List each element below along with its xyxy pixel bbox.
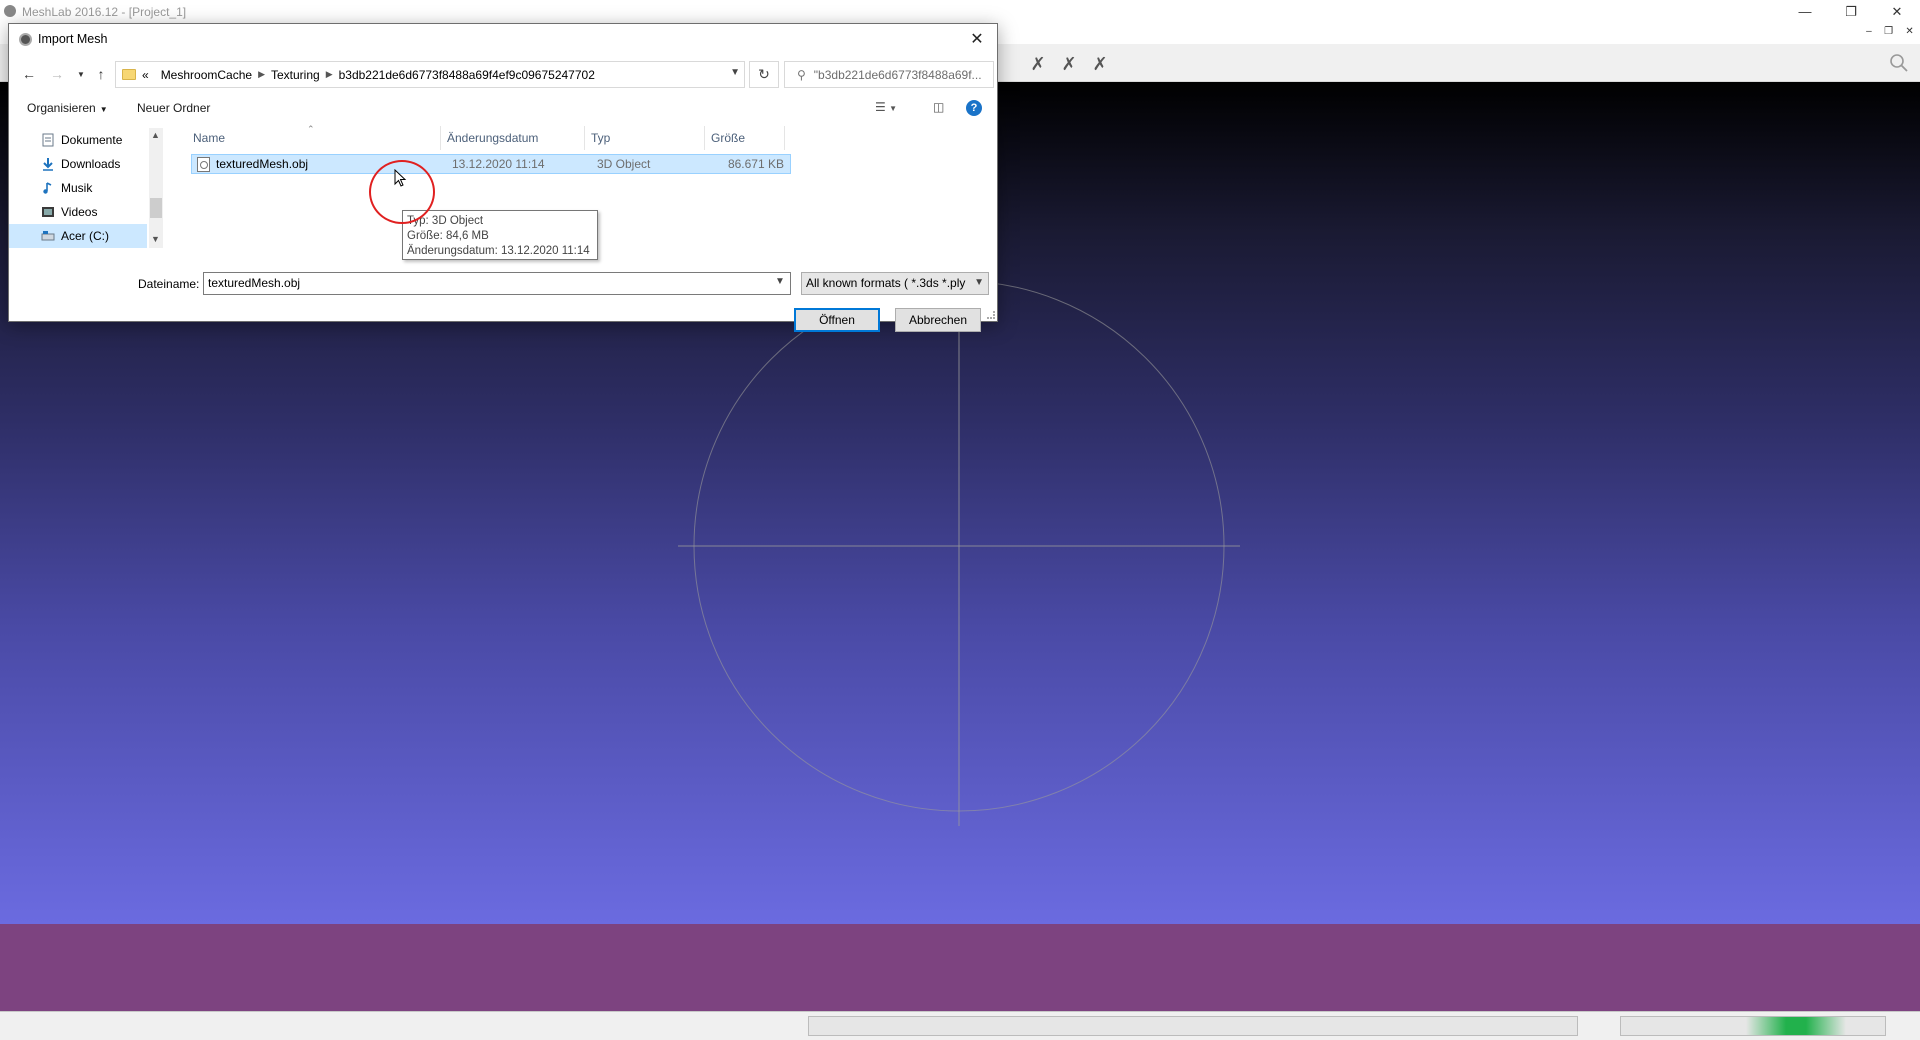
file-tooltip: Typ: 3D Object Größe: 84,6 MB Änderungsd… [402, 210, 598, 260]
videos-icon [42, 207, 54, 217]
navigation-row: ← → ▼ ↑ « MeshroomCache ▶ Texturing ▶ b3… [9, 58, 997, 90]
dialog-titlebar: Import Mesh ✕ [9, 24, 997, 54]
mouse-cursor-icon [394, 169, 407, 187]
column-name-label: Name [193, 131, 226, 145]
breadcrumb-overflow[interactable]: « [136, 68, 155, 82]
tooltip-size: Größe: 84,6 MB [407, 230, 489, 242]
nav-item-label: Musik [61, 181, 93, 195]
folder-icon [122, 69, 136, 80]
column-date-label: Änderungsdatum [447, 131, 539, 145]
nav-item-musik[interactable]: Musik [9, 176, 147, 200]
sort-ascending-icon: ⌃ [307, 124, 315, 134]
drive-icon [41, 231, 55, 241]
mdi-window-controls: – ❐ ✕ [1860, 26, 1920, 42]
up-arrow-icon[interactable]: ↑ [91, 64, 111, 84]
breadcrumb-texturing[interactable]: Texturing [265, 68, 326, 82]
column-size[interactable]: Größe [705, 126, 785, 150]
resize-grip-icon[interactable] [987, 311, 995, 319]
nav-item-label: Dokumente [61, 133, 123, 147]
filename-label: Dateiname: [138, 277, 200, 291]
chevron-down-icon[interactable]: ▼ [730, 67, 740, 78]
pick-points-icon[interactable]: ✗ [1057, 52, 1081, 76]
chevron-right-icon[interactable]: ▶ [258, 69, 265, 80]
app-titlebar: MeshLab 2016.12 - [Project_1] — ❐ ✕ [0, 0, 1920, 23]
progress-bar [808, 1016, 1578, 1036]
restore-icon[interactable]: ❐ [1828, 0, 1874, 23]
back-arrow-icon[interactable]: ← [19, 64, 39, 84]
filename-input[interactable]: texturedMesh.obj [203, 272, 791, 295]
nav-item-videos[interactable]: Videos [9, 200, 147, 224]
import-mesh-dialog: Import Mesh ✕ ← → ▼ ↑ « MeshroomCache ▶ … [8, 23, 998, 332]
organize-menu[interactable]: Organisieren ▼ [27, 101, 108, 115]
breadcrumb-meshroomcache[interactable]: MeshroomCache [155, 68, 258, 82]
meshlab-logo-icon [19, 33, 32, 46]
scroll-down-icon[interactable]: ▼ [151, 234, 160, 244]
tooltip-date: Änderungsdatum: 13.12.2020 11:14 [407, 245, 590, 257]
help-icon[interactable]: ? [966, 100, 982, 116]
music-icon [43, 182, 52, 194]
navigation-pane: Dokumente Downloads Musik Videos Acer (C… [9, 128, 163, 248]
chevron-right-icon[interactable]: ▶ [326, 69, 333, 80]
dialog-title: Import Mesh [38, 32, 108, 46]
downloads-icon [43, 158, 53, 171]
scroll-up-icon[interactable]: ▲ [151, 130, 160, 140]
table-row[interactable]: texturedMesh.obj 13.12.2020 11:14 3D Obj… [191, 154, 791, 174]
mdi-minimize-icon[interactable]: – [1866, 26, 1872, 42]
measure-tool-icon[interactable]: ✗ [1026, 52, 1050, 76]
filter-value: All known formats ( *.3ds *.ply [806, 276, 966, 290]
column-type-label: Typ [591, 131, 611, 145]
forward-arrow-icon[interactable]: → [47, 64, 67, 84]
file-date: 13.12.2020 11:14 [452, 157, 545, 171]
breadcrumb-current-folder[interactable]: b3db221de6d6773f8488a69f4ef9c09675247702 [333, 68, 601, 82]
chevron-down-icon: ▼ [974, 277, 984, 288]
nav-item-label: Acer (C:) [61, 229, 109, 243]
file-size: 86.671 KB [727, 157, 784, 171]
nav-item-acer-c[interactable]: Acer (C:) [9, 224, 147, 248]
nav-item-downloads[interactable]: Downloads [9, 152, 147, 176]
column-type[interactable]: Typ [585, 126, 705, 150]
search-input[interactable]: ⚲ "b3db221de6d6773f8488a69f... [784, 61, 994, 88]
nav-item-label: Videos [61, 205, 98, 219]
status-bar [0, 1011, 1920, 1040]
tooltip-type: Typ: 3D Object [407, 215, 484, 227]
file-name: texturedMesh.obj [216, 157, 309, 171]
chevron-down-icon[interactable]: ▼ [775, 276, 785, 287]
busy-indicator [1620, 1016, 1886, 1036]
layer-panel-band [0, 924, 1920, 1011]
command-bar: Organisieren ▼ Neuer Ordner ☰ ▼ ◫ ? [9, 94, 997, 122]
column-size-label: Größe [711, 131, 746, 145]
scroll-thumb[interactable] [150, 198, 162, 218]
preview-pane-icon[interactable]: ◫ [933, 100, 944, 114]
view-options-icon[interactable]: ☰ ▼ [875, 100, 897, 114]
close-icon[interactable]: ✕ [1874, 0, 1920, 23]
organize-label: Organisieren [27, 101, 96, 115]
minimize-icon[interactable]: — [1782, 0, 1828, 23]
meshlab-logo-icon [4, 5, 16, 17]
app-title: MeshLab 2016.12 - [Project_1] [22, 5, 187, 19]
mdi-close-icon[interactable]: ✕ [1905, 26, 1913, 42]
open-button[interactable]: Öffnen [794, 308, 880, 332]
cancel-button[interactable]: Abbrechen [895, 308, 981, 332]
search-icon: ⚲ [797, 67, 806, 82]
search-placeholder: "b3db221de6d6773f8488a69f... [813, 67, 982, 82]
nav-item-dokumente[interactable]: Dokumente [9, 128, 147, 152]
mdi-restore-icon[interactable]: ❐ [1884, 26, 1893, 42]
recent-locations-chevron-icon[interactable]: ▼ [71, 64, 91, 84]
address-bar[interactable]: « MeshroomCache ▶ Texturing ▶ b3db221de6… [115, 61, 745, 88]
align-icon[interactable]: ✗ [1088, 52, 1112, 76]
new-folder-button[interactable]: Neuer Ordner [137, 101, 210, 115]
documents-icon [42, 133, 54, 147]
chevron-down-icon: ▼ [99, 105, 108, 114]
nav-item-label: Downloads [61, 157, 121, 171]
refresh-icon[interactable]: ↻ [749, 61, 779, 88]
dialog-close-icon[interactable]: ✕ [963, 27, 991, 51]
column-date[interactable]: Änderungsdatum [441, 126, 585, 150]
file-type-filter-select[interactable]: All known formats ( *.3ds *.ply ▼ [801, 272, 989, 295]
file-type: 3D Object [597, 157, 651, 171]
3d-object-file-icon [197, 157, 210, 172]
search-icon[interactable] [1886, 50, 1912, 76]
nav-scrollbar[interactable]: ▲ ▼ [149, 128, 163, 248]
new-folder-label: Neuer Ordner [137, 101, 211, 115]
